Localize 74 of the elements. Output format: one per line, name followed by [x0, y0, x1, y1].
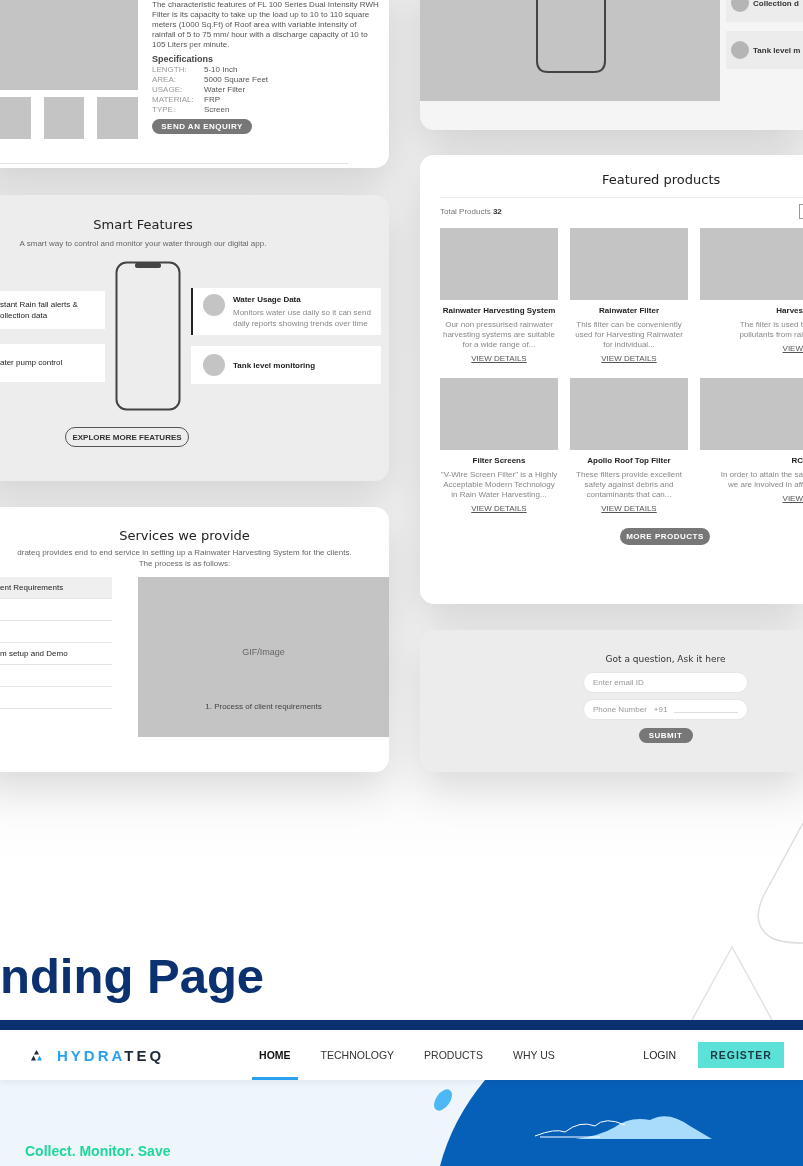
product-name: RC [791, 456, 803, 466]
feature-title: Tank level monitoring [233, 359, 316, 371]
product-description: In order to attain the sa we are involved in aff [720, 470, 803, 490]
spec-label: LENGTH: [152, 65, 188, 75]
avatar-placeholder [731, 41, 749, 59]
spec-value: FRP [204, 95, 220, 105]
view-details-link[interactable]: VIEW [782, 494, 803, 504]
spec-value: 5-10 Inch [204, 65, 238, 75]
feature-label: Tank level m [753, 45, 801, 55]
spec-value: Water Filter [204, 85, 246, 95]
feature-box[interactable]: Tank level monitoring [191, 346, 381, 384]
product-description: Our non pressurised rainwater harvesting systems are suitable for a wide range of... [441, 320, 557, 350]
submit-button[interactable]: SUBMIT [638, 728, 693, 743]
feature-label: stant Rain fall alerts & ollection data [0, 298, 78, 321]
feature-title: Water Usage Data [233, 294, 302, 305]
view-details-link[interactable]: VIEW [782, 344, 803, 354]
country-code: +91 [653, 705, 668, 714]
email-field[interactable]: Enter email ID [583, 672, 748, 693]
thumbnail-placeholder [0, 97, 31, 139]
spec-label: AREA: [152, 75, 177, 85]
phone-placeholder: Phone Number [593, 705, 647, 714]
product-description: These filters provide excellent safety against debris and contaminants that can... [575, 470, 683, 500]
section-subtitle: A smart way to control and monitor your water through our digital app. [18, 238, 268, 249]
thumbnail-placeholder [97, 97, 138, 139]
product-description: The characteristic features of FL 100 Series Dual Intensity RWH Filter is its capacity to take up the load up to 10 to 110 square meters (1000 Sq.Ft) of Roof area with variable intensity of rainfall of 5 to 75 mm/ hour with a discharge capacity of 10 to 105 Liters per minute. [152, 0, 380, 50]
product-name: Filter Screens [472, 456, 526, 466]
spec-value: Screen [204, 105, 230, 115]
process-step[interactable]: m setup and Demo [0, 643, 112, 665]
logo-icon [30, 1049, 43, 1061]
product-description: This filter can be conveniently used for Harvesting Rainwater for individual... [574, 320, 684, 350]
product-name: Harves [776, 306, 803, 316]
section-title: Smart Features [92, 216, 194, 234]
section-description: drateq provides end to end service in setting up a Rainwater Harvesting System for the clients. [16, 547, 353, 558]
sort-dropdown[interactable] [799, 204, 803, 219]
section-title: Featured products [602, 172, 721, 187]
login-link[interactable]: LOGIN [643, 1049, 676, 1061]
nav-link[interactable]: PRODUCTS [417, 1030, 490, 1080]
spec-label: MATERIAL: [152, 95, 195, 105]
product-name: Rainwater Filter [599, 306, 659, 316]
product-description: "V-Wire Screen Filter" is a Highly Acceptable Modern Technology in Rain Water Harvesting... [440, 470, 558, 500]
specifications-heading: Specifications [152, 54, 215, 65]
product-name: Rainwater Harvesting System [442, 306, 556, 316]
media-label: GIF/Image [242, 647, 285, 657]
total-products: Total Products 32 [440, 207, 502, 216]
drop-shape [434, 1089, 452, 1111]
feature-description: Monitors water use daily so it can send daily reports showing trends over time [233, 307, 372, 329]
enquiry-button[interactable]: SEND AN ENQUIRY [152, 119, 252, 134]
view-details-link[interactable]: VIEW DETAILS [471, 504, 527, 514]
view-details-link[interactable]: VIEW DETAILS [601, 354, 657, 364]
register-button[interactable]: REGISTER [698, 1042, 784, 1068]
section-title: Services we provide [118, 527, 251, 545]
nav-link[interactable]: TECHNOLOGY [313, 1030, 402, 1080]
form-title: Got a question, Ask it here [605, 653, 726, 666]
product-description: The filter is used t pollutants from rai [739, 320, 803, 340]
view-details-link[interactable]: VIEW DETAILS [601, 504, 657, 514]
logo-wordmark[interactable]: HYDRATEQ [57, 1046, 165, 1064]
view-details-link[interactable]: VIEW DETAILS [471, 354, 527, 364]
page-heading: nding Page [0, 948, 265, 1005]
feature-label: ater pump control [0, 357, 63, 368]
avatar-placeholder [203, 354, 225, 376]
process-step[interactable]: ent Requirements [0, 577, 112, 599]
avatar-placeholder [203, 294, 225, 316]
nav-link[interactable]: WHY US [506, 1030, 562, 1080]
feature-box[interactable]: Water Usage Data Monitors water use daily so it can send daily reports showing trends over time [191, 288, 381, 335]
spec-label: TYPE: [152, 105, 177, 115]
spec-label: USAGE: [152, 85, 184, 95]
feature-label: Collection d [753, 0, 799, 8]
thumbnail-placeholder [43, 97, 85, 139]
hero-tagline: Collect. Monitor. Save [25, 1142, 171, 1160]
media-caption: 1. Process of client requirements [205, 702, 322, 711]
more-products-button[interactable]: MORE PRODUCTS [620, 528, 710, 545]
product-name: Apollo Roof Top Filter [587, 456, 671, 466]
spec-value: 5000 Square Feet [204, 75, 269, 85]
section-description: The process is as follows: [137, 558, 232, 569]
